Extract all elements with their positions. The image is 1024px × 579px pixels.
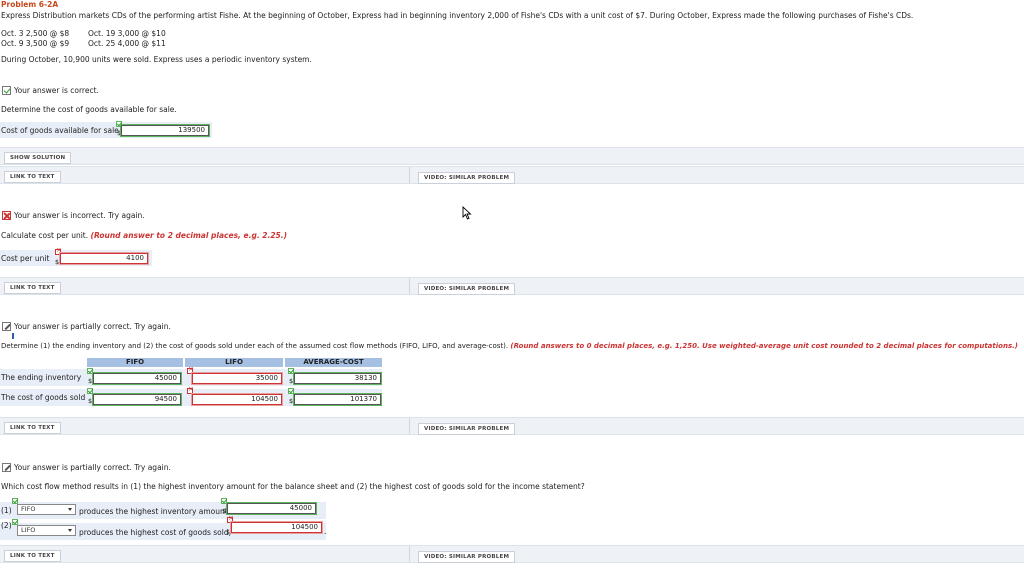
bar-divider — [409, 278, 410, 294]
highest-inventory-method-select[interactable]: FIFO — [17, 504, 76, 515]
part3-question: Determine (1) the ending inventory and (… — [1, 342, 1018, 350]
lifo-cogs-input[interactable]: 104500 — [192, 394, 282, 405]
problem-intro: Express Distribution markets CDs of the … — [1, 11, 914, 20]
cost-available-input[interactable]: 139500 — [121, 125, 209, 136]
row-label: The ending inventory — [1, 373, 82, 382]
part3-status: Your answer is partially correct. Try ag… — [2, 322, 171, 331]
row-label: The cost of goods sold — [1, 393, 86, 402]
pencil-icon — [2, 322, 11, 331]
part3-status-text: Your answer is partially correct. Try ag… — [14, 322, 171, 331]
purchase-row: Oct. 19 3,000 @ $10 — [88, 29, 166, 38]
part4-status-text: Your answer is partially correct. Try ag… — [14, 463, 171, 472]
currency-symbol: $ — [88, 397, 93, 405]
purchase-row: Oct. 3 2,500 @ $8 — [1, 29, 70, 38]
video-similar-problem-button[interactable]: VIDEO: SIMILAR PROBLEM — [418, 423, 516, 435]
link-to-text-button[interactable]: LINK TO TEXT — [4, 550, 61, 562]
lifo-ending-inventory-input[interactable]: 35000 — [192, 373, 282, 384]
units-sold-text: During October, 10,900 units were sold. … — [1, 55, 312, 64]
part2-question-text: Calculate cost per unit. — [1, 231, 89, 240]
fifo-cogs-input[interactable]: 94500 — [93, 394, 181, 405]
column-header-average-cost: AVERAGE-COST — [285, 358, 382, 367]
currency-symbol: $ — [289, 377, 294, 385]
video-similar-problem-button[interactable]: VIDEO: SIMILAR PROBLEM — [418, 551, 516, 563]
currency-symbol: $ — [289, 397, 294, 405]
part1-label: Cost of goods available for sale — [1, 125, 119, 135]
select-value: FIFO — [21, 505, 36, 513]
highest-inventory-amount-input[interactable]: 45000 — [227, 503, 316, 514]
fifo-ending-inventory-input[interactable]: 45000 — [93, 373, 181, 384]
video-similar-problem-button[interactable]: VIDEO: SIMILAR PROBLEM — [418, 172, 516, 184]
mouse-pointer-icon — [462, 206, 472, 220]
row1-text: produces the highest inventory amount, — [79, 507, 231, 516]
row2-period: . — [324, 527, 327, 536]
select-value: LIFO — [21, 526, 36, 534]
purchases-column-1: Oct. 3 2,500 @ $8 Oct. 9 3,500 @ $9 — [1, 29, 69, 49]
currency-symbol: $ — [222, 507, 227, 515]
currency-symbol: $ — [55, 258, 60, 266]
part3-link-bar: LINK TO TEXT VIDEO: SIMILAR PROBLEM — [0, 417, 1024, 435]
chevron-down-icon — [68, 508, 72, 511]
part2-question: Calculate cost per unit. (Round answer t… — [1, 231, 287, 240]
part2-link-bar: LINK TO TEXT VIDEO: SIMILAR PROBLEM — [0, 277, 1024, 295]
part4-link-bar: LINK TO TEXT VIDEO: SIMILAR PROBLEM — [0, 545, 1024, 563]
chevron-down-icon — [68, 529, 72, 532]
row2-text: produces the highest cost of goods sold, — [79, 528, 231, 537]
average-cogs-input[interactable]: 101370 — [294, 394, 381, 405]
column-header-fifo: FIFO — [87, 358, 183, 367]
part2-status: Your answer is incorrect. Try again. — [2, 211, 145, 220]
video-similar-problem-button[interactable]: VIDEO: SIMILAR PROBLEM — [418, 283, 516, 295]
link-to-text-button[interactable]: LINK TO TEXT — [4, 171, 61, 183]
purchases-column-2: Oct. 19 3,000 @ $10 Oct. 25 4,000 @ $11 — [88, 29, 166, 49]
pencil-icon — [2, 463, 11, 472]
part1-question: Determine the cost of goods available fo… — [1, 105, 177, 114]
row2-prefix: (2) — [1, 521, 12, 530]
part4-status: Your answer is partially correct. Try ag… — [2, 463, 171, 472]
highest-cogs-amount-input[interactable]: 104500 — [231, 522, 322, 533]
part1-status-text: Your answer is correct. — [14, 86, 99, 95]
highest-cogs-method-select[interactable]: LIFO — [17, 525, 76, 536]
text-cursor-indicator — [12, 333, 14, 339]
currency-symbol: $ — [88, 377, 93, 385]
purchase-row: Oct. 25 4,000 @ $11 — [88, 39, 166, 48]
link-to-text-button[interactable]: LINK TO TEXT — [4, 282, 61, 294]
part2-hint: (Round answer to 2 decimal places, e.g. … — [90, 231, 288, 240]
part4-question: Which cost flow method results in (1) th… — [1, 482, 585, 491]
column-header-lifo: LIFO — [185, 358, 283, 367]
currency-symbol: $ — [226, 528, 231, 536]
part1-solution-bar: SHOW SOLUTION — [0, 147, 1024, 165]
check-icon — [2, 86, 11, 95]
average-ending-inventory-input[interactable]: 38130 — [294, 373, 381, 384]
link-to-text-button[interactable]: LINK TO TEXT — [4, 422, 61, 434]
purchase-row: Oct. 9 3,500 @ $9 — [1, 39, 70, 48]
bar-divider — [409, 418, 410, 434]
bar-divider — [409, 167, 410, 183]
part1-link-bar: LINK TO TEXT VIDEO: SIMILAR PROBLEM — [0, 166, 1024, 184]
problem-title: Problem 6-2A — [1, 0, 59, 9]
part3-hint: (Round answers to 0 decimal places, e.g.… — [510, 342, 1018, 350]
x-icon — [2, 211, 11, 220]
cost-per-unit-input[interactable]: 4100 — [60, 253, 148, 264]
part1-status: Your answer is correct. — [2, 86, 99, 95]
part2-status-text: Your answer is incorrect. Try again. — [14, 211, 145, 220]
part3-question-text: Determine (1) the ending inventory and (… — [1, 342, 509, 350]
row1-prefix: (1) — [1, 506, 12, 515]
show-solution-button[interactable]: SHOW SOLUTION — [4, 152, 72, 164]
part2-label: Cost per unit — [1, 253, 50, 263]
bar-divider — [409, 546, 410, 562]
